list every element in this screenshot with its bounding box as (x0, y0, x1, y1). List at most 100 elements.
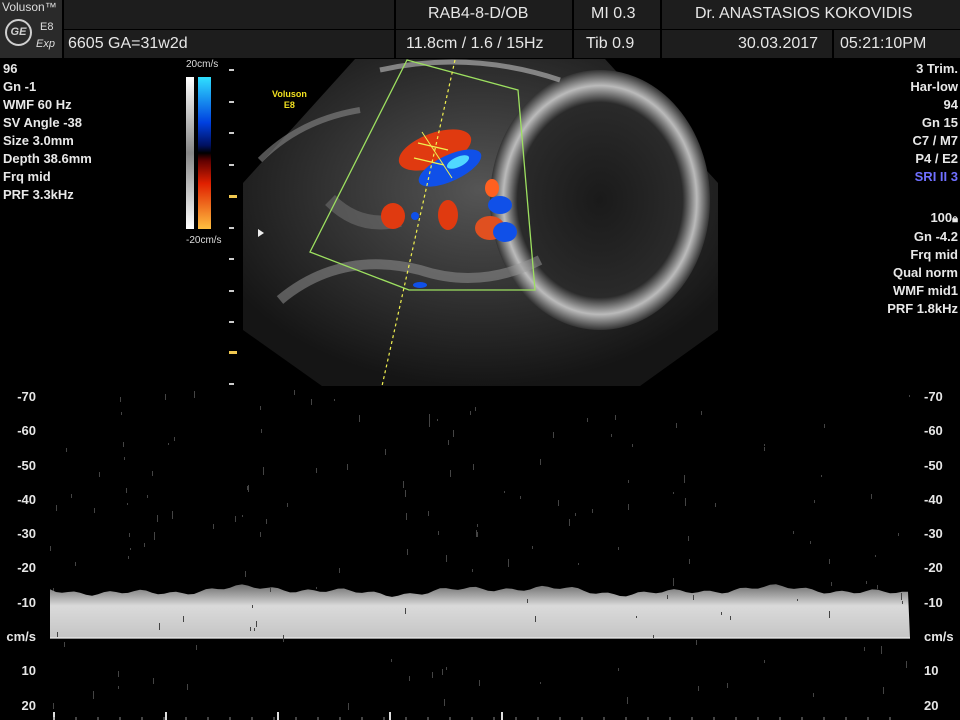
speckle (194, 391, 195, 398)
speckle (147, 495, 148, 498)
velocity-tick-label: -70 (924, 388, 943, 404)
speckle (287, 503, 288, 507)
speckle (689, 559, 690, 564)
speckle (628, 480, 629, 483)
speckle (64, 642, 65, 647)
speckle (479, 680, 480, 686)
speckle (520, 496, 521, 499)
time-scale (53, 712, 891, 720)
speckle (618, 547, 619, 550)
param-contrast: C7 / M7 (912, 133, 958, 148)
speckle (701, 411, 702, 415)
speckle (266, 519, 267, 524)
velocity-tick-label: -70 (17, 388, 36, 404)
speckle (877, 585, 878, 589)
speckle (476, 530, 477, 537)
right-parameter-panel-bottom: 100🔒︎ Gn -4.2 Frq mid Qual norm WMF mid1… (887, 209, 958, 318)
speckle (797, 599, 798, 601)
speckle (446, 667, 447, 670)
depth-tick (229, 290, 234, 292)
speckle (406, 513, 407, 520)
spectrum-speckle (50, 390, 910, 710)
speckle (347, 464, 348, 470)
param-wall-filter: WMF 60 Hz (3, 97, 72, 112)
speckle (247, 486, 248, 490)
speckle (615, 415, 616, 420)
speckle (348, 703, 349, 710)
doppler-flow-red (485, 179, 499, 197)
speckle (764, 447, 765, 451)
speckle (196, 645, 197, 650)
velocity-tick-label: -20 (17, 560, 36, 576)
param-gain: Gn -1 (3, 79, 37, 94)
param-sv-depth: Depth 38.6mm (3, 151, 92, 166)
param-preset: 3 Trim. (916, 61, 958, 76)
speckle (120, 397, 121, 402)
speckle (764, 444, 765, 446)
velocity-unit-left: cm/s (6, 629, 36, 644)
doppler-flow-blue (488, 196, 512, 214)
speckle (172, 511, 173, 519)
speckle (438, 531, 439, 535)
speckle (575, 513, 576, 516)
speckle (407, 549, 408, 555)
param-harmonic: Har-low (910, 79, 958, 94)
speckle (898, 533, 899, 536)
speckle (673, 492, 674, 494)
speckle (477, 532, 478, 537)
depth-tick (229, 132, 234, 134)
speckle (450, 470, 451, 477)
velocity-tick-label: -40 (17, 491, 36, 507)
speckle (871, 494, 872, 499)
param-sri: SRI II 3 (914, 169, 958, 184)
speckle (429, 414, 430, 422)
speckle (906, 661, 907, 668)
speckle (667, 595, 668, 599)
speckle (118, 686, 119, 689)
speckle (688, 536, 689, 541)
speckle (696, 640, 697, 645)
speckle (256, 621, 257, 627)
speckle (316, 587, 317, 589)
speckle (442, 669, 443, 675)
speckle (653, 635, 654, 638)
depth-tick (229, 227, 234, 229)
velocity-tick-label: -50 (924, 457, 943, 473)
focus-depth-marker (229, 351, 237, 354)
speckle (453, 430, 454, 437)
speckle (261, 429, 262, 433)
speckle (130, 548, 131, 550)
speckle (57, 632, 58, 637)
speckle (814, 500, 815, 503)
speckle (673, 578, 674, 586)
param-persistence: P4 / E2 (915, 151, 958, 166)
speckle (283, 635, 284, 642)
param-color-wall-filter: WMF mid1 (893, 283, 958, 298)
speckle (866, 581, 867, 584)
speckle (359, 415, 360, 422)
speckle (165, 394, 166, 400)
speckle (159, 623, 160, 630)
param-frame-rate-right: 94 (943, 97, 958, 112)
speckle (157, 515, 158, 522)
speckle (66, 448, 67, 452)
right-parameter-panel-top: 3 Trim. Har-low 94 Gn 15 C7 / M7 P4 / E2… (910, 60, 958, 186)
speckle (75, 562, 76, 566)
grayscale-bar (186, 77, 194, 229)
speckle (128, 556, 129, 559)
speckle (821, 475, 822, 477)
speckle (56, 505, 57, 511)
param-color-gain: Gn -4.2 (913, 229, 958, 244)
speckle (260, 406, 261, 410)
speckle (144, 543, 145, 547)
velocity-tick-label: 10 (924, 663, 939, 679)
ultrasound-image (243, 59, 718, 387)
color-velocity-bar (198, 77, 211, 229)
param-gain-right: Gn 15 (921, 115, 958, 130)
speckle (154, 532, 155, 540)
spectral-doppler-trace (50, 390, 910, 720)
speckle (829, 559, 830, 564)
speckle (824, 424, 825, 428)
speckle (213, 524, 214, 529)
speckle (553, 432, 554, 438)
